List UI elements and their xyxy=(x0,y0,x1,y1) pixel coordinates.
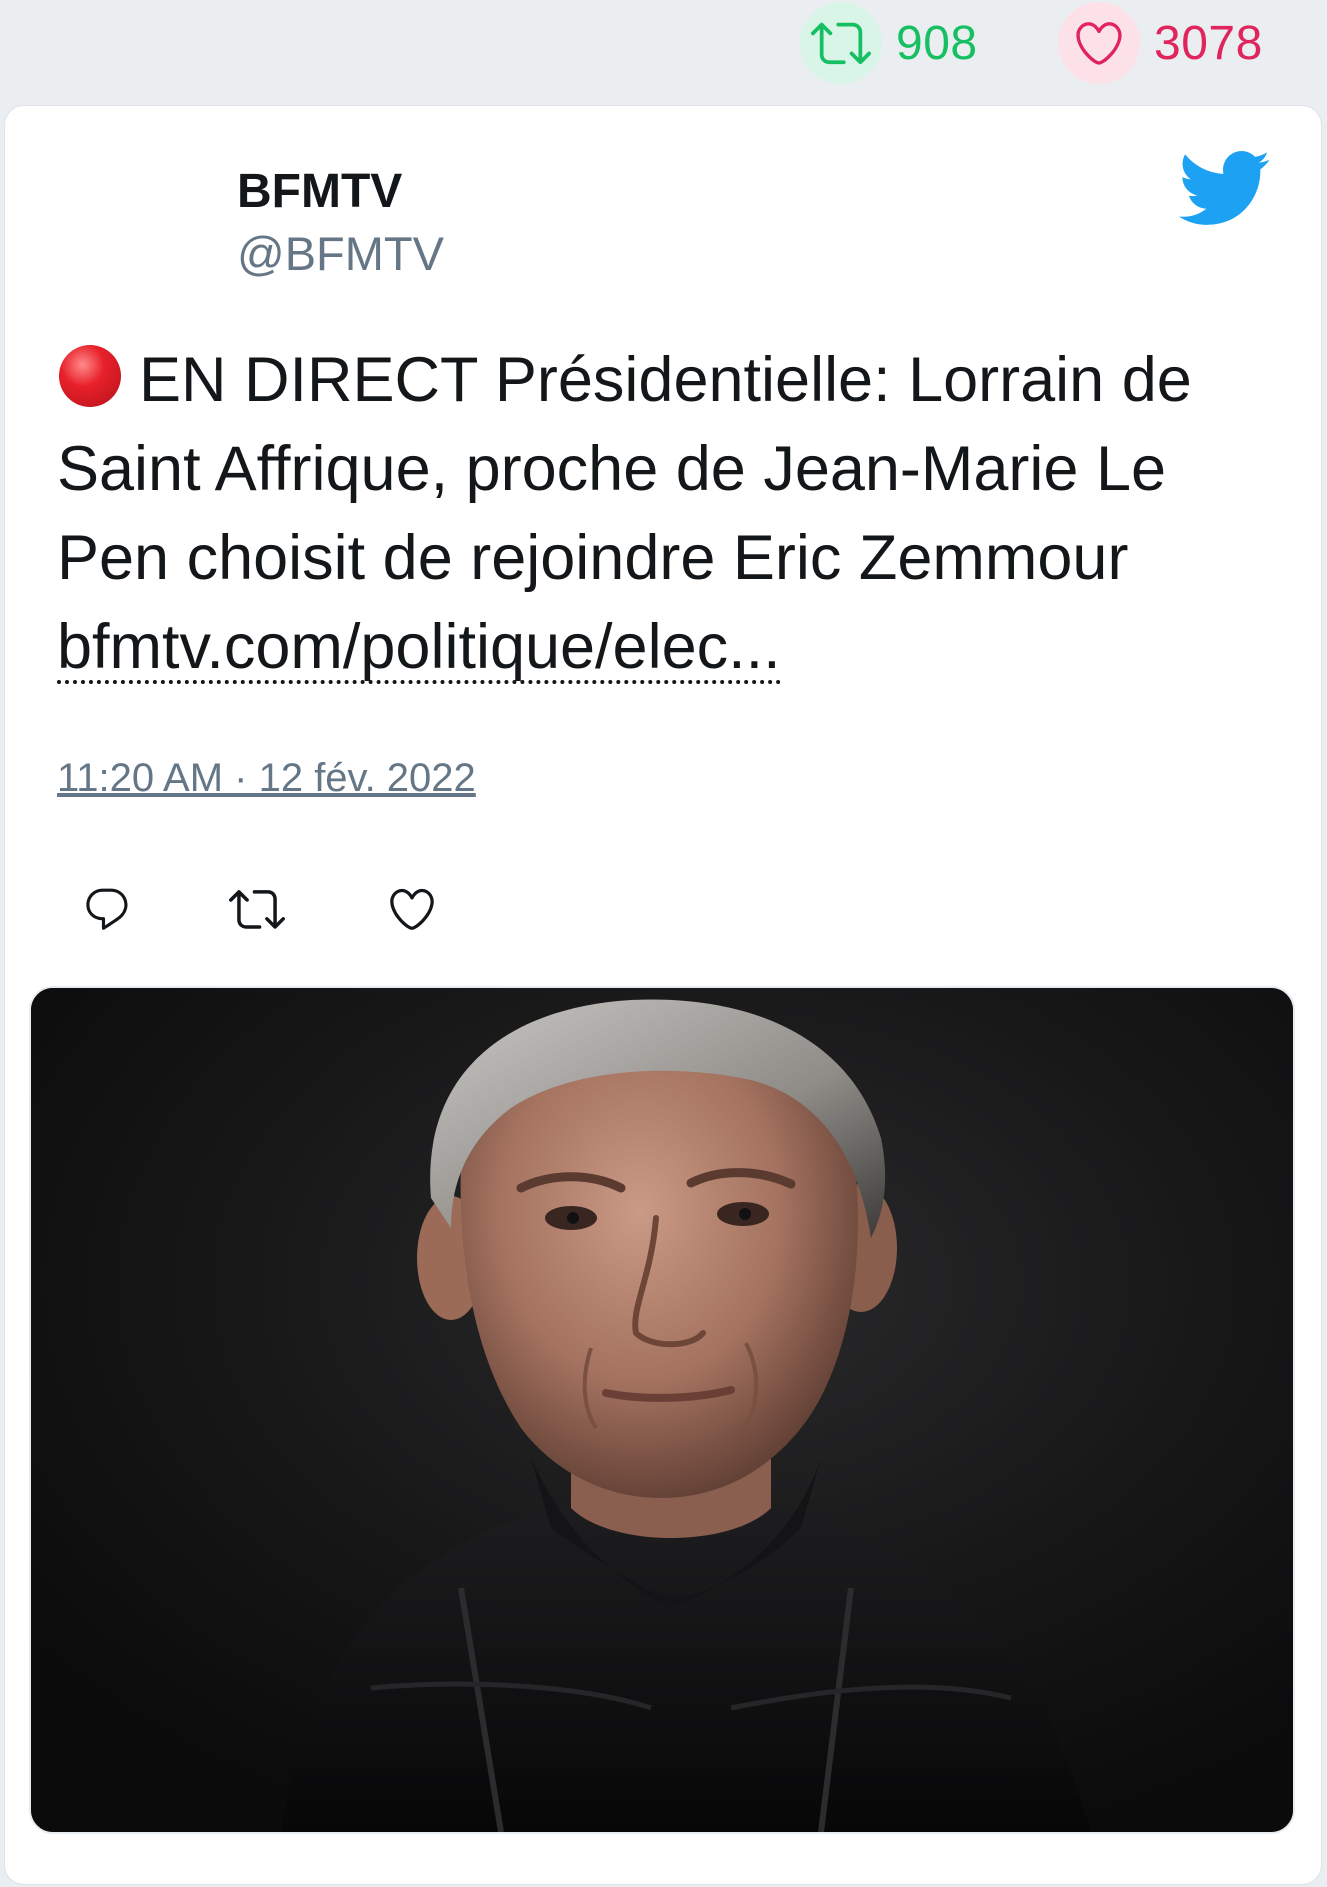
twitter-bird-icon[interactable] xyxy=(1175,148,1271,228)
author-name[interactable]: BFMTV xyxy=(237,164,402,219)
retweet-stat[interactable]: 908 xyxy=(800,2,978,84)
like-count: 3078 xyxy=(1154,16,1263,70)
retweet-button[interactable] xyxy=(222,876,292,946)
like-button[interactable] xyxy=(377,876,447,946)
portrait-photo xyxy=(31,988,1293,1832)
engagement-bar: 908 3078 xyxy=(0,0,1327,100)
retweet-icon[interactable] xyxy=(800,2,882,84)
tweet-card: BFMTV @BFMTV EN DIRECT Présidentielle: L… xyxy=(4,105,1322,1885)
retweet-count: 908 xyxy=(896,16,978,70)
retweet-icon xyxy=(229,881,285,942)
red-circle-emoji xyxy=(59,345,121,407)
tweet-body: EN DIRECT Présidentielle: Lorrain de Sai… xyxy=(57,345,1192,593)
heart-icon xyxy=(386,883,438,940)
reply-button[interactable] xyxy=(72,876,142,946)
author-handle[interactable]: @BFMTV xyxy=(237,226,444,281)
like-stat[interactable]: 3078 xyxy=(1058,2,1263,84)
tweet-text: EN DIRECT Présidentielle: Lorrain de Sai… xyxy=(57,336,1277,692)
heart-icon[interactable] xyxy=(1058,2,1140,84)
tweet-timestamp[interactable]: 11:20 AM · 12 fév. 2022 xyxy=(57,756,476,801)
tweet-photo[interactable] xyxy=(29,986,1295,1834)
article-link[interactable]: bfmtv.com/politique/elec... xyxy=(57,614,781,684)
reply-icon xyxy=(82,884,132,939)
